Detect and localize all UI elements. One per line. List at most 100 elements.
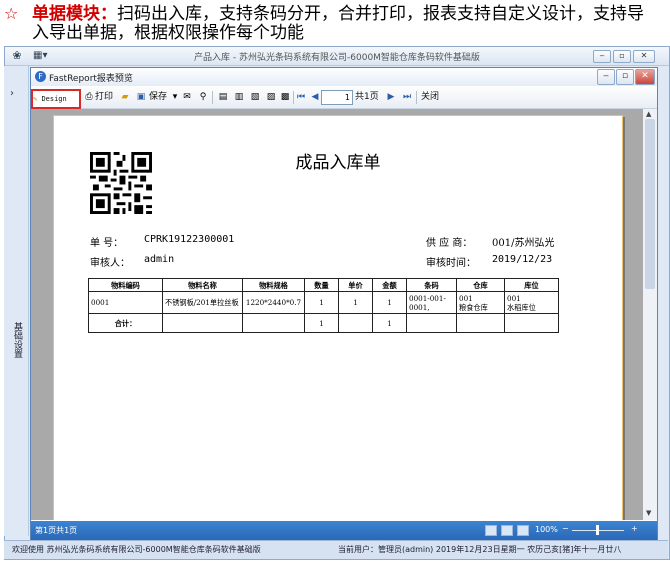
- module-name: 单据模块：: [32, 4, 117, 24]
- fastreport-icon: F: [35, 71, 46, 82]
- column-header: 单价: [338, 278, 373, 292]
- chevron-down-icon[interactable]: ▾: [169, 91, 181, 103]
- cell-amount: 1: [372, 291, 407, 314]
- design-label: Design: [41, 95, 67, 103]
- scroll-up-icon[interactable]: ▲: [646, 110, 651, 118]
- empty-cell: [456, 313, 505, 333]
- user-date-text: 当前用户：管理员(admin) 2019年12月23日星期一 农历己亥[猪]年十…: [338, 545, 622, 554]
- maximize-button[interactable]: ▫: [613, 50, 631, 63]
- save-button[interactable]: 保存: [149, 90, 167, 105]
- zoom-out-button[interactable]: −: [562, 524, 569, 533]
- page-setup-icon[interactable]: ▧: [249, 91, 261, 103]
- bill-no-label: 单 号：: [90, 238, 124, 249]
- rail-label[interactable]: 基础设置: [10, 322, 22, 358]
- preview-minimize-button[interactable]: ‒: [597, 69, 615, 85]
- scroll-thumb[interactable]: [645, 119, 655, 289]
- zoom-slider-thumb[interactable]: [596, 525, 599, 535]
- auditor-label: 审核人：: [90, 258, 130, 269]
- close-preview-button[interactable]: 关闭: [421, 90, 439, 105]
- fit-width-icon[interactable]: [501, 525, 513, 536]
- chevron-right-icon[interactable]: ›: [10, 88, 14, 99]
- toolbar-divider: [212, 91, 213, 104]
- full-screen-icon[interactable]: [517, 525, 529, 536]
- save-icon[interactable]: ▣: [135, 91, 147, 103]
- open-folder-icon[interactable]: ▰: [119, 91, 131, 103]
- cell-location: 001 水稻库位: [504, 291, 559, 314]
- watermark-icon[interactable]: ▩: [279, 91, 291, 103]
- column-header: 物料编码: [88, 278, 163, 292]
- scroll-down-icon[interactable]: ▼: [646, 509, 651, 517]
- email-icon[interactable]: ✉: [181, 91, 193, 103]
- cell-barcode: 0001-001-0001,: [406, 291, 457, 314]
- vertical-scrollbar[interactable]: ▲ ▼: [643, 109, 657, 520]
- edit-page-icon[interactable]: ▨: [265, 91, 277, 103]
- preview-area: 成品入库单 单 号： CPRK19122300001 审核人： admin 供 …: [31, 109, 643, 520]
- thumbnails-icon[interactable]: ▥: [233, 91, 245, 103]
- cell-material-name: 不锈钢板/201单拉丝板: [162, 291, 243, 314]
- star-icon: ☆: [4, 4, 19, 23]
- cell-spec: 1220*2440*0.7: [242, 291, 305, 314]
- preview-close-button[interactable]: ✕: [635, 69, 655, 85]
- auditor-value: admin: [144, 254, 175, 265]
- cell-quantity: 1: [304, 291, 339, 314]
- empty-cell: [338, 313, 373, 333]
- pencil-icon: ✎: [33, 95, 38, 103]
- empty-cell: [242, 313, 305, 333]
- table-row: 0001 不锈钢板/201单拉丝板 1220*2440*0.7 1 1 1 00…: [88, 291, 559, 314]
- column-header: 库位: [504, 278, 559, 292]
- printer-icon[interactable]: ⎙: [83, 91, 95, 103]
- heading-line2: 入导出单据，根据权限操作每个功能: [32, 23, 304, 43]
- page-total-label: 共1页: [355, 92, 379, 102]
- total-amount: 1: [372, 313, 407, 333]
- last-page-icon[interactable]: ⏭: [401, 91, 413, 103]
- column-header: 条码: [406, 278, 457, 292]
- fit-page-icon[interactable]: [485, 525, 497, 536]
- toolbar-divider: [416, 91, 417, 104]
- outline-icon[interactable]: ▤: [217, 91, 229, 103]
- cell-warehouse: 001 粮食仓库: [456, 291, 505, 314]
- empty-cell: [504, 313, 559, 333]
- report-page: 成品入库单 单 号： CPRK19122300001 审核人： admin 供 …: [53, 115, 623, 520]
- audit-time-label: 审核时间：: [426, 258, 476, 269]
- report-preview-window: F FastReport报表预览 ‒ ▫ ✕ ✎ Design ⎙ 打印 ▰ ▣…: [30, 67, 658, 541]
- feature-heading: ☆ 单据模块：扫码出入库，支持条码分开，合并打印，报表支持自定义设计，支持导 入…: [0, 2, 670, 46]
- app-title: 产品入库 - 苏州弘光条码系统有限公司-6000M智能仓库条码软件基础版: [194, 53, 480, 63]
- empty-cell: [406, 313, 457, 333]
- empty-cell: [162, 313, 243, 333]
- audit-time-value: 2019/12/23: [492, 254, 553, 265]
- welcome-text: 欢迎使用 苏州弘光条码系统有限公司-6000M智能仓库条码软件基础版: [12, 545, 261, 554]
- table-header-row: 物料编码 物料名称 物料规格 数量 单价 金额 条码 仓库 库位: [88, 278, 559, 292]
- bill-no-value: CPRK19122300001: [144, 234, 235, 245]
- design-button[interactable]: ✎ Design: [31, 89, 81, 109]
- cell-price: 1: [338, 291, 373, 314]
- prev-page-icon[interactable]: ◀: [309, 91, 321, 103]
- column-header: 物料名称: [162, 278, 243, 292]
- app-statusbar: 欢迎使用 苏州弘光条码系统有限公司-6000M智能仓库条码软件基础版 当前用户：…: [4, 540, 668, 559]
- cell-material-code: 0001: [88, 291, 163, 314]
- page-number-input[interactable]: 1: [321, 90, 353, 105]
- detail-table: 物料编码 物料名称 物料规格 数量 单价 金额 条码 仓库 库位 0001 不锈…: [88, 278, 559, 333]
- heading-line1-text: 扫码出入库，支持条码分开，合并打印，报表支持自定义设计，支持导: [117, 4, 644, 24]
- close-button[interactable]: ✕: [633, 50, 655, 63]
- app-titlebar: ❀ ▦▾ 产品入库 - 苏州弘光条码系统有限公司-6000M智能仓库条码软件基础…: [5, 47, 669, 66]
- print-button[interactable]: 打印: [95, 90, 113, 105]
- preview-title: FastReport报表预览: [49, 74, 133, 84]
- total-quantity: 1: [304, 313, 339, 333]
- next-page-icon[interactable]: ▶: [385, 91, 397, 103]
- side-rail: › 基础设置: [4, 66, 29, 536]
- preview-titlebar: F FastReport报表预览 ‒ ▫ ✕: [31, 68, 657, 86]
- first-page-icon[interactable]: ⏮: [295, 91, 307, 103]
- column-header: 金额: [372, 278, 407, 292]
- find-icon[interactable]: ⚲: [197, 91, 209, 103]
- preview-toolbar: ✎ Design ⎙ 打印 ▰ ▣ 保存 ▾ ✉ ⚲ ▤ ▥ ▧ ▨ ▩ ⏮ ◀…: [31, 87, 657, 109]
- heading-line1: 单据模块：扫码出入库，支持条码分开，合并打印，报表支持自定义设计，支持导: [32, 4, 644, 24]
- total-row: 合计： 1 1: [88, 313, 559, 333]
- page-count-label: 第1页共1页: [35, 526, 78, 535]
- zoom-level: 100%: [535, 525, 558, 534]
- report-title: 成品入库单: [295, 153, 381, 173]
- preview-maximize-button[interactable]: ▫: [616, 69, 634, 85]
- column-header: 物料规格: [242, 278, 305, 292]
- zoom-in-button[interactable]: +: [631, 524, 638, 533]
- column-header: 数量: [304, 278, 339, 292]
- minimize-button[interactable]: ‒: [593, 50, 611, 63]
